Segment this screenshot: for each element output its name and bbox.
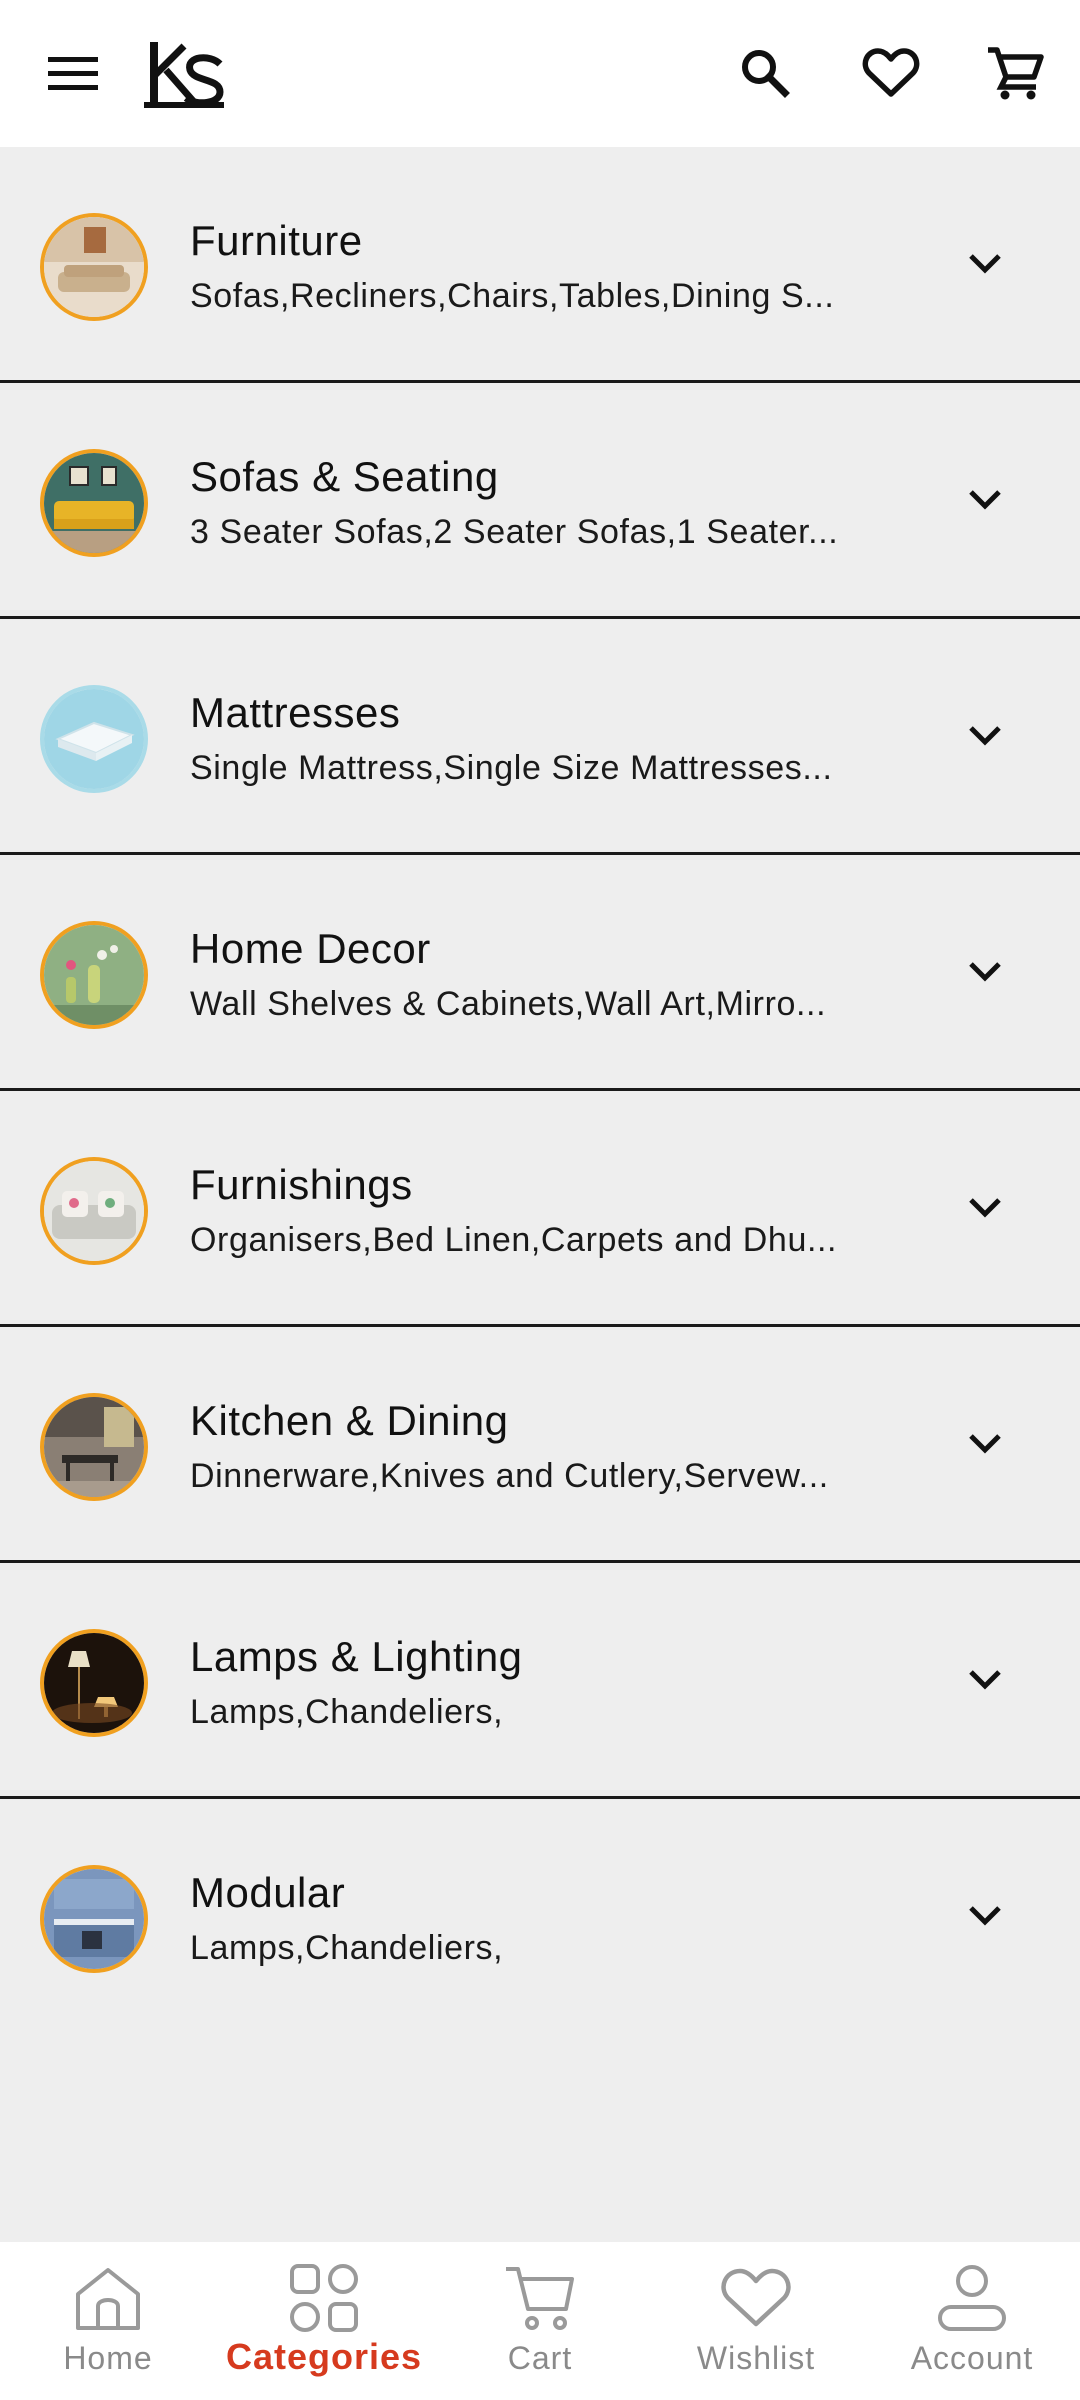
category-row-lamps-lighting[interactable]: Lamps & Lighting Lamps,Chandeliers, bbox=[0, 1563, 1080, 1799]
category-thumbnail bbox=[40, 1629, 148, 1737]
category-subtitle: Dinnerware,Knives and Cutlery,Servew... bbox=[190, 1457, 829, 1495]
nav-wishlist-label: Wishlist bbox=[696, 2340, 816, 2376]
category-row-home-decor[interactable]: Home Decor Wall Shelves & Cabinets,Wall … bbox=[0, 855, 1080, 1091]
nav-cart-label: Cart bbox=[507, 2340, 573, 2376]
category-thumbnail bbox=[40, 921, 148, 1029]
nav-wishlist[interactable]: Wishlist bbox=[648, 2242, 864, 2400]
category-title: Home Decor bbox=[190, 925, 431, 972]
user-icon bbox=[932, 2260, 1012, 2336]
bottom-navigation: Home Categories Cart Wishlist Account bbox=[0, 2242, 1080, 2400]
home-icon bbox=[68, 2260, 148, 2336]
chevron-down-icon[interactable] bbox=[960, 1419, 1010, 1469]
chevron-down-icon[interactable] bbox=[960, 1183, 1010, 1233]
category-subtitle: Organisers,Bed Linen,Carpets and Dhu... bbox=[190, 1221, 838, 1259]
nav-account-label: Account bbox=[910, 2340, 1034, 2376]
category-subtitle: Single Mattress,Single Size Mattresses..… bbox=[190, 749, 833, 787]
chevron-down-icon[interactable] bbox=[960, 475, 1010, 525]
category-thumbnail bbox=[40, 213, 148, 321]
category-subtitle: Lamps,Chandeliers, bbox=[190, 1693, 504, 1731]
shopping-cart-icon[interactable] bbox=[970, 28, 1060, 118]
category-row-sofas-seating[interactable]: Sofas & Seating 3 Seater Sofas,2 Seater … bbox=[0, 383, 1080, 619]
category-row-furnishings[interactable]: Furnishings Organisers,Bed Linen,Carpets… bbox=[0, 1091, 1080, 1327]
chevron-down-icon[interactable] bbox=[960, 1655, 1010, 1705]
category-subtitle: 3 Seater Sofas,2 Seater Sofas,1 Seater..… bbox=[190, 513, 839, 551]
nav-home-label: Home bbox=[63, 2340, 153, 2376]
category-title: Mattresses bbox=[190, 689, 401, 736]
category-row-modular[interactable]: Modular Lamps,Chandeliers, bbox=[0, 1799, 1080, 2035]
nav-account[interactable]: Account bbox=[864, 2242, 1080, 2400]
chevron-down-icon[interactable] bbox=[960, 239, 1010, 289]
cart-icon bbox=[500, 2260, 580, 2336]
nav-categories-label: Categories bbox=[225, 2336, 423, 2377]
hamburger-menu-icon[interactable] bbox=[28, 28, 118, 118]
nav-home[interactable]: Home bbox=[0, 2242, 216, 2400]
category-row-furniture[interactable]: Furniture Sofas,Recliners,Chairs,Tables,… bbox=[0, 147, 1080, 383]
category-subtitle: Lamps,Chandeliers, bbox=[190, 1929, 504, 1967]
category-thumbnail bbox=[40, 449, 148, 557]
nav-cart[interactable]: Cart bbox=[432, 2242, 648, 2400]
category-title: Furnishings bbox=[190, 1161, 413, 1208]
category-row-kitchen-dining[interactable]: Kitchen & Dining Dinnerware,Knives and C… bbox=[0, 1327, 1080, 1563]
category-thumbnail bbox=[40, 1157, 148, 1265]
chevron-down-icon[interactable] bbox=[960, 1891, 1010, 1941]
grid-icon bbox=[284, 2260, 364, 2336]
category-subtitle: Wall Shelves & Cabinets,Wall Art,Mirro..… bbox=[190, 985, 827, 1023]
chevron-down-icon[interactable] bbox=[960, 947, 1010, 997]
category-title: Lamps & Lighting bbox=[190, 1633, 523, 1680]
top-app-bar bbox=[0, 0, 1080, 147]
heart-icon[interactable] bbox=[846, 28, 936, 118]
category-title: Modular bbox=[190, 1869, 346, 1916]
chevron-down-icon[interactable] bbox=[960, 711, 1010, 761]
brand-logo[interactable] bbox=[140, 36, 230, 110]
search-icon[interactable] bbox=[720, 28, 810, 118]
category-row-mattresses[interactable]: Mattresses Single Mattress,Single Size M… bbox=[0, 619, 1080, 855]
category-subtitle: Sofas,Recliners,Chairs,Tables,Dining S..… bbox=[190, 277, 835, 315]
category-thumbnail bbox=[40, 1865, 148, 1973]
nav-categories[interactable]: Categories bbox=[216, 2242, 432, 2400]
category-title: Kitchen & Dining bbox=[190, 1397, 509, 1444]
category-title: Sofas & Seating bbox=[190, 453, 499, 500]
category-thumbnail bbox=[40, 1393, 148, 1501]
category-list: Furniture Sofas,Recliners,Chairs,Tables,… bbox=[0, 147, 1080, 2035]
category-thumbnail bbox=[40, 685, 148, 793]
category-title: Furniture bbox=[190, 217, 363, 264]
heart-icon bbox=[716, 2260, 796, 2336]
